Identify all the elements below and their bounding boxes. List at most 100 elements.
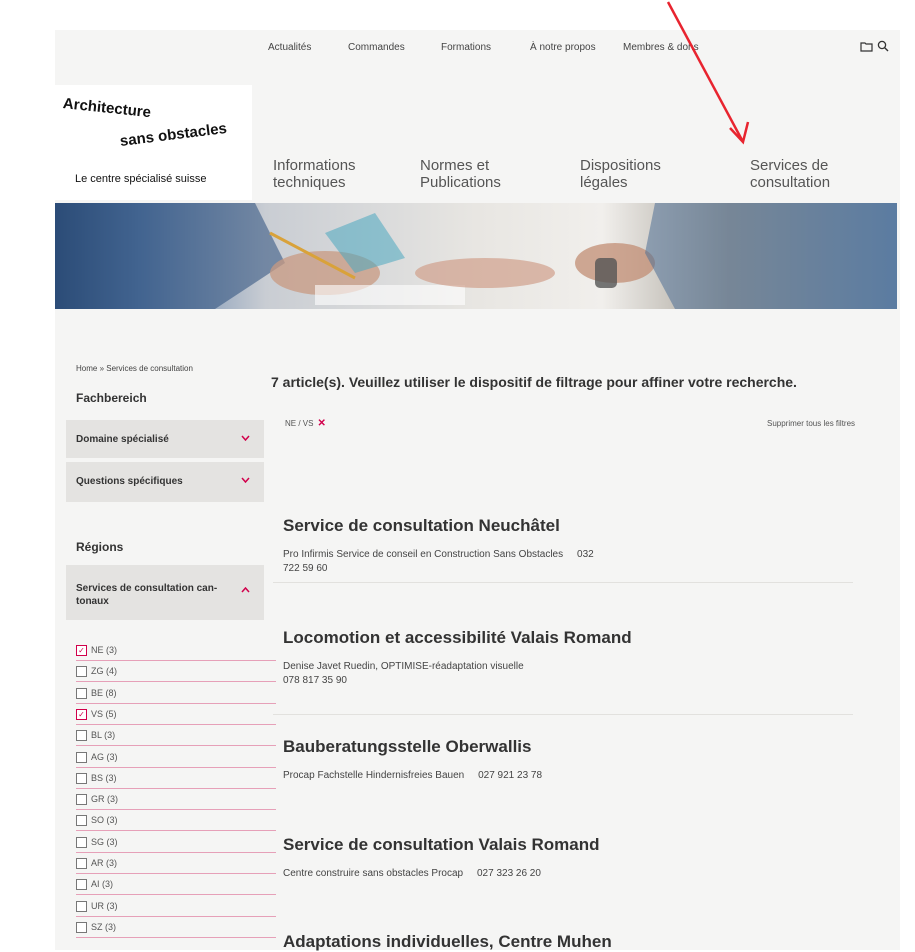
filter-questions-label: Questions spécifiques (76, 476, 183, 487)
main-nav-services-l1: Services de (750, 157, 829, 174)
canton-checkbox-row[interactable]: BE (8) (76, 683, 276, 704)
main-nav-dispositions-l2: légales (580, 174, 628, 191)
main-nav-informations-l2: techniques (273, 174, 346, 191)
site-logo[interactable]: Architecture sans obstacles Le centre sp… (55, 85, 252, 200)
canton-checkbox-row[interactable]: AR (3) (76, 853, 276, 874)
clear-all-filters-link[interactable]: Supprimer tous les filtres (767, 419, 855, 428)
main-nav-normes-l2: Publications (420, 174, 501, 191)
canton-checkbox-row[interactable]: AI (3) (76, 874, 276, 896)
filter-services-label: Services de consultation can- tonaux (76, 582, 217, 608)
filter-domaine[interactable]: Domaine spécialisé (66, 420, 264, 458)
canton-checkbox-label: AR (3) (91, 858, 118, 868)
canton-checkbox-row[interactable]: ZG (4) (76, 661, 276, 683)
main-nav-informations[interactable]: Informations techniques (273, 157, 356, 191)
result-line2: 722 59 60 (283, 563, 328, 574)
main-nav-informations-l1: Informations (273, 157, 356, 174)
canton-checkbox-row[interactable]: SG (3) (76, 832, 276, 853)
top-nav-actualites[interactable]: Actualités (268, 42, 311, 53)
top-nav-membres[interactable]: Membres & dons (623, 42, 699, 53)
result-line2: 078 817 35 90 (283, 675, 347, 686)
chevron-up-icon (241, 585, 250, 596)
main-nav-normes[interactable]: Normes et Publications (420, 157, 501, 191)
checkbox-empty-icon[interactable] (76, 666, 87, 678)
logo-tagline: Le centre spécialisé suisse (75, 173, 207, 185)
filter-domaine-label: Domaine spécialisé (76, 434, 169, 445)
results-count-title: 7 article(s). Veuillez utiliser le dispo… (271, 374, 797, 390)
main-nav-normes-l1: Normes et (420, 157, 490, 174)
checkbox-empty-icon[interactable] (76, 687, 87, 699)
hero-image (55, 203, 897, 309)
result-line1: Denise Javet Ruedin, OPTIMISE-réadaptati… (283, 661, 524, 672)
result-title[interactable]: Locomotion et accessibilité Valais Roman… (283, 628, 632, 648)
canton-checkbox-label: BE (8) (91, 687, 117, 698)
filter-services-label-l2: tonaux (76, 596, 109, 607)
chevron-down-icon (241, 475, 250, 486)
canton-checkbox-row[interactable]: AG (3) (76, 747, 276, 768)
result-line1: Centre construire sans obstacles Procap … (283, 868, 541, 879)
checkbox-empty-icon[interactable] (76, 730, 87, 742)
breadcrumb[interactable]: Home » Services de consultation (76, 364, 193, 373)
canton-checkbox-label: VS (5) (91, 708, 117, 719)
result-title[interactable]: Bauberatungsstelle Oberwallis (283, 737, 531, 757)
result-description: Centre construire sans obstacles Procap … (283, 867, 683, 881)
top-nav-a-propos[interactable]: À notre propos (530, 42, 596, 53)
top-nav-formations[interactable]: Formations (441, 42, 491, 53)
canton-checkbox-label: UR (3) (91, 900, 118, 911)
top-icons (860, 40, 889, 55)
result-title[interactable]: Service de consultation Valais Romand (283, 835, 600, 855)
canton-checkbox-row[interactable]: BS (3) (76, 768, 276, 789)
result-description: Procap Fachstelle Hindernisfreies Bauen … (283, 769, 683, 783)
canton-checkbox-row[interactable]: GR (3) (76, 789, 276, 811)
main-nav-services-l2: consultation (750, 174, 831, 191)
canton-checkbox-label: NE (3) (91, 645, 118, 655)
result-description: Denise Javet Ruedin, OPTIMISE-réadaptati… (283, 660, 683, 688)
result-divider (273, 714, 853, 715)
checkbox-empty-icon[interactable] (76, 794, 87, 806)
logo-line2: sans obstacles (118, 119, 228, 150)
search-icon[interactable] (877, 40, 889, 55)
main-nav-dispositions[interactable]: Dispositions légales (580, 157, 661, 191)
active-filter-tag[interactable]: NE / VS ✕ (285, 418, 326, 429)
checkbox-empty-icon[interactable] (76, 858, 87, 869)
checkbox-empty-icon[interactable] (76, 836, 87, 848)
chevron-down-icon (241, 433, 250, 444)
checkbox-empty-icon[interactable] (76, 900, 87, 912)
canton-checkbox-label: AI (3) (91, 879, 114, 890)
result-title[interactable]: Adaptations individuelles, Centre Muhen (283, 932, 612, 952)
canton-checkbox-label: SG (3) (91, 836, 118, 847)
folder-icon[interactable] (860, 41, 877, 55)
checkbox-empty-icon[interactable] (76, 879, 87, 891)
result-divider (273, 582, 853, 583)
filter-questions[interactable]: Questions spécifiques (66, 462, 264, 502)
checkbox-checked-icon[interactable]: ✓ (76, 708, 87, 720)
canton-checkbox-label: SZ (3) (91, 921, 117, 932)
fachbereich-heading: Fachbereich (76, 391, 147, 405)
result-line1: Procap Fachstelle Hindernisfreies Bauen … (283, 770, 543, 781)
canton-checkbox-row[interactable]: SO (3) (76, 810, 276, 832)
canton-checkbox-row[interactable]: ✓ VS (5) (76, 704, 276, 725)
top-nav-commandes[interactable]: Commandes (348, 42, 405, 53)
regions-heading: Régions (76, 540, 124, 554)
canton-checkbox-label: GR (3) (91, 794, 118, 805)
checkbox-checked-icon[interactable]: ✓ (76, 645, 87, 656)
canton-checkbox-row[interactable]: SZ (3) (76, 917, 276, 938)
main-nav-dispositions-l1: Dispositions (580, 157, 661, 174)
result-line1: Pro Infirmis Service de conseil en Const… (283, 549, 594, 560)
canton-checkbox-label: BS (3) (91, 772, 117, 783)
remove-filter-icon[interactable]: ✕ (317, 418, 325, 429)
canton-checkbox-row[interactable]: UR (3) (76, 896, 276, 917)
checkbox-empty-icon[interactable] (76, 921, 87, 933)
checkbox-empty-icon[interactable] (76, 815, 87, 827)
main-nav-services[interactable]: Services de consultation (750, 157, 830, 191)
checkbox-empty-icon[interactable] (76, 772, 87, 784)
result-description: Pro Infirmis Service de conseil en Const… (283, 548, 683, 576)
filter-services-cantonaux[interactable]: Services de consultation can- tonaux (66, 565, 264, 620)
canton-checkbox-label: SO (3) (91, 815, 118, 826)
canton-checkbox-label: BL (3) (91, 730, 116, 741)
canton-checkbox-row[interactable]: BL (3) (76, 725, 276, 747)
checkbox-empty-icon[interactable] (76, 751, 87, 763)
canton-checkbox-row[interactable]: ✓ NE (3) (76, 640, 276, 661)
result-title[interactable]: Service de consultation Neuchâtel (283, 516, 560, 536)
filter-services-label-l1: Services de consultation can- (76, 583, 218, 594)
canton-checkbox-label: AG (3) (91, 751, 118, 762)
